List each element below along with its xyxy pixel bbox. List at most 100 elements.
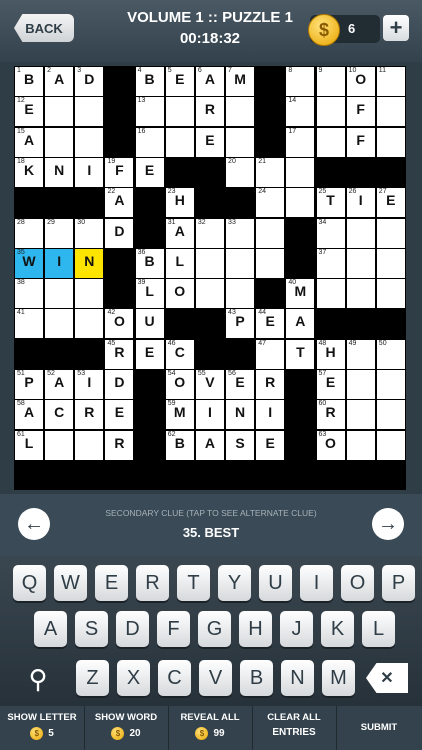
grid-cell[interactable]: 20 [226,157,255,187]
grid-cell[interactable]: N [45,157,74,187]
grid-cell[interactable]: E [195,127,224,157]
grid-cell[interactable]: 46 C [165,339,194,369]
grid-cell[interactable]: 27 E [376,188,405,218]
grid-cell[interactable]: 33 [226,218,255,248]
grid-cell[interactable]: 36 B [135,248,164,278]
grid-cell[interactable]: I [45,248,74,278]
clue-subtitle[interactable]: SECONDARY CLUE (TAP TO SEE ALTERNATE CLU… [60,508,362,518]
key-j[interactable]: J [280,611,313,647]
grid-cell[interactable] [376,248,405,278]
grid-cell[interactable]: E [135,339,164,369]
grid-cell[interactable] [376,430,405,460]
grid-cell[interactable]: 29 [45,218,74,248]
grid-cell[interactable]: 19 F [105,157,134,187]
grid-cell[interactable] [226,279,255,309]
grid-cell[interactable]: 4B [135,67,164,96]
grid-cell[interactable]: N [75,248,104,278]
grid-cell[interactable]: 42 O [105,309,134,339]
grid-cell[interactable]: U [135,309,164,339]
grid-cell[interactable]: I [256,400,285,430]
grid-cell[interactable]: 58 A [15,400,43,430]
grid-cell[interactable]: T [286,339,315,369]
grid-cell[interactable]: F [346,97,375,127]
grid-cell[interactable]: 18 K [15,157,43,187]
grid-cell[interactable]: 13 [135,97,164,127]
key-s[interactable]: S [75,611,108,647]
grid-cell[interactable] [346,400,375,430]
grid-cell[interactable]: 51 P [15,370,43,399]
grid-cell[interactable]: 28 [15,218,43,248]
grid-cell[interactable]: 22 A [105,188,134,218]
grid-cell[interactable] [75,309,104,339]
show-letter-button[interactable]: SHOW LETTER $5 [0,706,85,750]
grid-cell[interactable]: R [256,370,285,399]
grid-cell[interactable]: R [105,430,134,460]
grid-cell[interactable] [376,127,405,157]
grid-cell[interactable]: 5E [165,67,194,96]
key-g[interactable]: G [198,611,231,647]
grid-cell[interactable]: O [165,279,194,309]
grid-cell[interactable] [286,188,315,218]
grid-cell[interactable]: 30 [75,218,104,248]
grid-cell[interactable]: S [226,430,255,460]
grid-cell[interactable]: 21 [256,157,285,187]
magnifier-icon[interactable]: ⚲ [18,661,58,697]
grid-cell[interactable]: 2A [45,67,74,96]
key-y[interactable]: Y [218,565,251,601]
grid-cell[interactable]: 6A [195,67,224,96]
grid-cell[interactable] [316,127,345,157]
grid-cell[interactable]: 43 P [226,309,255,339]
back-button[interactable]: BACK [14,14,74,42]
grid-cell[interactable] [75,279,104,309]
grid-cell[interactable] [346,430,375,460]
grid-cell[interactable]: 47 [256,339,285,369]
grid-cell[interactable] [316,279,345,309]
grid-cell[interactable]: 10 O [346,67,375,96]
grid-cell[interactable]: 16 [135,127,164,157]
grid-cell[interactable] [45,309,74,339]
grid-cell[interactable]: 44 E [256,309,285,339]
grid-cell[interactable]: 7M [226,67,255,96]
grid-cell[interactable]: 61 L [15,430,43,460]
grid-cell[interactable]: D [105,218,134,248]
key-q[interactable]: Q [13,565,46,601]
grid-cell[interactable]: 38 [15,279,43,309]
grid-cell[interactable]: L [165,248,194,278]
grid-cell[interactable]: 25 T [316,188,345,218]
grid-cell[interactable] [195,248,224,278]
grid-cell[interactable] [165,127,194,157]
grid-cell[interactable]: 60 R [316,400,345,430]
key-t[interactable]: T [177,565,210,601]
grid-cell[interactable]: 48 H [316,339,345,369]
key-b[interactable]: B [240,660,273,696]
grid-cell[interactable] [346,370,375,399]
grid-cell[interactable] [165,97,194,127]
grid-cell[interactable] [195,279,224,309]
grid-cell[interactable] [346,218,375,248]
grid-cell[interactable]: 15 A [15,127,43,157]
grid-cell[interactable]: 40 M [286,279,315,309]
clear-all-button[interactable]: CLEAR ALL ENTRIES [252,706,337,750]
key-l[interactable]: L [362,611,395,647]
grid-cell[interactable] [45,127,74,157]
key-o[interactable]: O [341,565,374,601]
grid-cell[interactable]: 1B [15,67,43,96]
key-h[interactable]: H [239,611,272,647]
key-v[interactable]: V [199,660,232,696]
grid-cell[interactable] [376,97,405,127]
grid-cell[interactable] [346,248,375,278]
grid-cell[interactable] [75,127,104,157]
grid-cell[interactable]: R [195,97,224,127]
grid-cell[interactable]: 49 [346,339,375,369]
grid-cell[interactable]: 12 E [15,97,43,127]
key-f[interactable]: F [157,611,190,647]
show-word-button[interactable]: SHOW WORD $20 [84,706,169,750]
key-k[interactable]: K [321,611,354,647]
grid-cell[interactable]: 59 M [165,400,194,430]
key-e[interactable]: E [95,565,128,601]
grid-cell[interactable]: E [105,400,134,430]
key-x[interactable]: X [117,660,150,696]
key-w[interactable]: W [54,565,87,601]
grid-cell[interactable]: 34 [316,218,345,248]
grid-cell[interactable]: R [75,400,104,430]
